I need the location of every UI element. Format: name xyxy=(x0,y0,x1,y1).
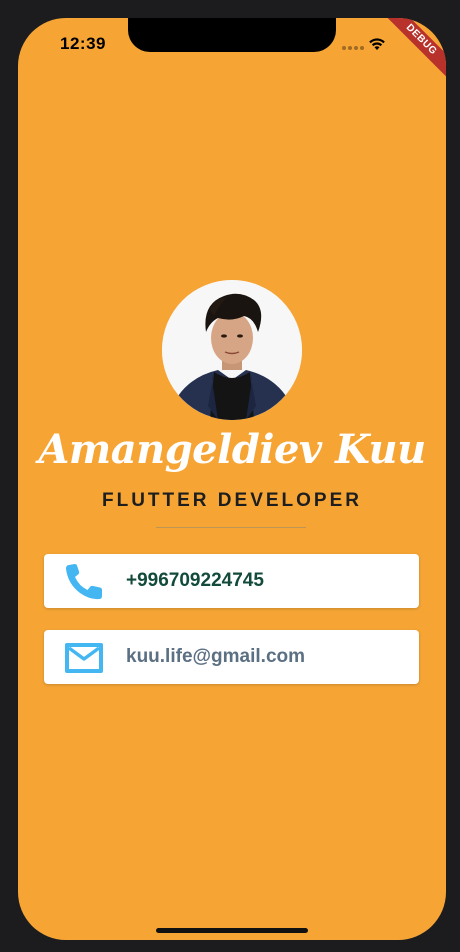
phone-icon xyxy=(66,564,102,600)
app-screen: 12:39 DEBUG Amangeldiev Kuu FLUTTER DEVE… xyxy=(18,18,446,940)
home-indicator xyxy=(156,928,308,933)
profile-photo xyxy=(162,280,302,420)
email-address: kuu.life@gmail.com xyxy=(126,646,306,667)
profile-title: FLUTTER DEVELOPER xyxy=(101,490,362,511)
status-time: 12:39 xyxy=(60,34,106,53)
divider xyxy=(156,527,306,528)
wifi-icon xyxy=(369,38,385,50)
debug-banner: DEBUG xyxy=(376,18,446,85)
device-frame: 12:39 DEBUG Amangeldiev Kuu FLUTTER DEVE… xyxy=(0,0,460,952)
mail-icon xyxy=(65,643,103,673)
phone-card[interactable]: +996709224745 xyxy=(44,554,419,608)
avatar xyxy=(162,280,302,420)
device-notch xyxy=(128,18,336,52)
signal-icon xyxy=(342,46,366,50)
phone-number: +996709224745 xyxy=(126,570,264,591)
profile-name: Amangeldiev Kuu xyxy=(38,426,426,473)
email-card[interactable]: kuu.life@gmail.com xyxy=(44,630,419,684)
